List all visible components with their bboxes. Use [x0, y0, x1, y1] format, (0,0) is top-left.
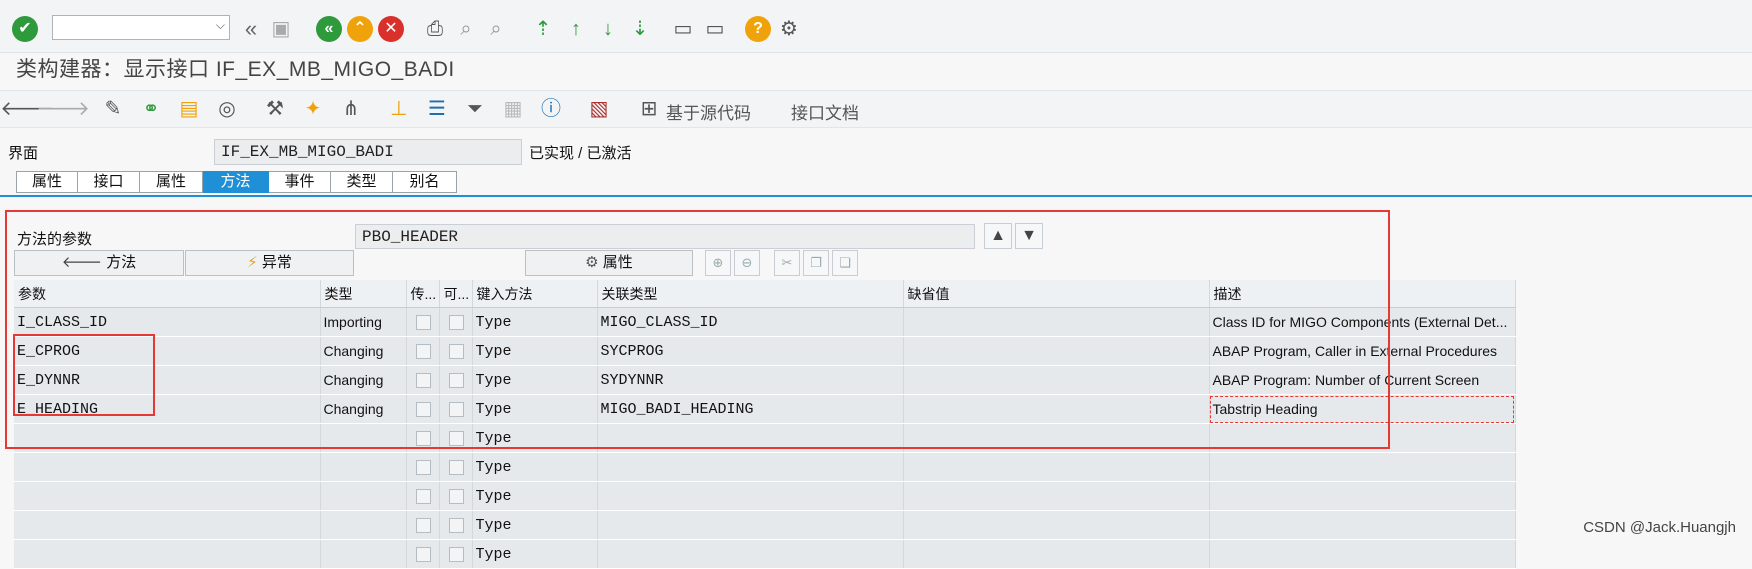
optional-checkbox[interactable]	[448, 460, 464, 476]
tab-methods[interactable]: 方法	[203, 171, 269, 193]
check-icon[interactable]: ✔	[12, 16, 38, 42]
shortcut-icon[interactable]: ▭	[702, 16, 728, 42]
tab-interfaces[interactable]: 接口	[78, 171, 140, 193]
cell-optional	[439, 539, 473, 569]
highlight-frame-method-params	[5, 210, 1390, 449]
cell-typing-method[interactable]: Type	[472, 510, 598, 540]
pass-value-checkbox[interactable]	[415, 460, 431, 476]
filter-icon[interactable]: ⏷	[462, 96, 488, 122]
tab-events[interactable]: 事件	[269, 171, 331, 193]
interface-doc-button[interactable]: 接口文档	[791, 99, 859, 124]
find-next-icon[interactable]: ⌕	[483, 16, 509, 42]
prev-page-icon[interactable]: ↑	[563, 16, 589, 42]
cell-optional	[439, 510, 473, 540]
cell-type[interactable]	[320, 452, 407, 482]
cell-associated-type[interactable]	[597, 510, 904, 540]
find-icon[interactable]: ⌕	[453, 16, 479, 42]
back-double-icon[interactable]: «	[238, 16, 264, 42]
cell-pass-value	[406, 452, 440, 482]
cell-description[interactable]	[1209, 510, 1516, 540]
settings-icon[interactable]: ⚙	[776, 16, 802, 42]
cell-pass-value	[406, 539, 440, 569]
source-code-button[interactable]: 基于源代码	[666, 99, 751, 124]
cell-parameter[interactable]	[14, 539, 321, 569]
table-row: Type	[14, 539, 1516, 569]
cell-associated-type[interactable]	[597, 539, 904, 569]
cell-pass-value	[406, 510, 440, 540]
cell-type[interactable]	[320, 510, 407, 540]
cell-typing-method[interactable]: Type	[472, 481, 598, 511]
info-icon[interactable]: ⓘ	[538, 96, 564, 122]
first-page-icon[interactable]: ⇡	[530, 16, 556, 42]
exit-icon[interactable]: ⌃	[347, 16, 373, 42]
page-title: 类构建器：显示接口 IF_EX_MB_MIGO_BADI	[16, 58, 455, 81]
cell-typing-method[interactable]: Type	[472, 452, 598, 482]
tab-properties[interactable]: 属性	[140, 171, 203, 193]
chevron-down-icon[interactable]: ⌵	[216, 18, 225, 33]
interface-field[interactable]: IF_EX_MB_MIGO_BADI	[214, 139, 522, 165]
arrow-right-icon[interactable]: 🡒	[36, 96, 90, 122]
activate-icon[interactable]: ⚭	[138, 96, 164, 122]
cell-parameter[interactable]	[14, 510, 321, 540]
table-row: Type	[14, 510, 1516, 540]
help-icon[interactable]: ?	[745, 16, 771, 42]
command-field[interactable]: ⌵	[52, 15, 230, 40]
hierarchy-icon[interactable]: ⊥	[386, 96, 412, 122]
interface-label: 界面	[8, 145, 39, 162]
new-session-icon[interactable]: ▭	[670, 16, 696, 42]
stack-icon[interactable]: ☰	[424, 96, 450, 122]
save-icon[interactable]: ▣	[268, 16, 294, 42]
table-icon[interactable]: ▦	[500, 96, 526, 122]
cell-description[interactable]	[1209, 539, 1516, 569]
print-icon[interactable]: ⎙	[422, 16, 448, 42]
cell-type[interactable]	[320, 539, 407, 569]
cell-default-value[interactable]	[903, 481, 1210, 511]
tab-strip: 属性 接口 属性 方法 事件 类型 别名	[16, 171, 457, 193]
cell-parameter[interactable]	[14, 452, 321, 482]
tab-aliases[interactable]: 别名	[393, 171, 457, 193]
optional-checkbox[interactable]	[448, 518, 464, 534]
pass-value-checkbox[interactable]	[415, 518, 431, 534]
pass-value-checkbox[interactable]	[415, 489, 431, 505]
back-icon[interactable]: «	[316, 16, 342, 42]
cell-optional	[439, 452, 473, 482]
check-object-icon[interactable]: ▤	[176, 96, 202, 122]
table-row: Type	[14, 452, 1516, 482]
where-used-icon[interactable]: ◎	[214, 96, 240, 122]
source-code-icon[interactable]: ⊞	[636, 96, 662, 122]
cell-associated-type[interactable]	[597, 452, 904, 482]
system-toolbar: ✔ ⌵ « ▣ « ⌃ ✕ ⎙ ⌕ ⌕ ⇡ ↑ ↓ ⇣ ▭ ▭ ? ⚙	[0, 0, 1752, 53]
navigate-icon[interactable]: ⋔	[338, 96, 364, 122]
cell-default-value[interactable]	[903, 510, 1210, 540]
interface-status: 已实现 / 已激活	[529, 145, 632, 162]
highlight-frame-changing-params	[13, 334, 155, 416]
display-change-icon[interactable]: ✎	[100, 96, 126, 122]
cell-optional	[439, 481, 473, 511]
optional-checkbox[interactable]	[448, 489, 464, 505]
cell-associated-type[interactable]	[597, 481, 904, 511]
next-page-icon[interactable]: ↓	[595, 16, 621, 42]
table-row: Type	[14, 481, 1516, 511]
cell-type[interactable]	[320, 481, 407, 511]
cell-description[interactable]	[1209, 481, 1516, 511]
documentation-icon[interactable]: ▧	[586, 96, 612, 122]
last-page-icon[interactable]: ⇣	[627, 16, 653, 42]
cell-default-value[interactable]	[903, 452, 1210, 482]
cell-parameter[interactable]	[14, 481, 321, 511]
application-toolbar: 🡐 🡒 ✎ ⚭ ▤ ◎ ⚒ ✦ ⋔ ⊥ ☰ ⏷ ▦ ⓘ ▧ ⊞ 基于源代码 接口…	[0, 90, 1752, 128]
cell-description[interactable]	[1209, 452, 1516, 482]
cancel-icon[interactable]: ✕	[378, 16, 404, 42]
tab-attributes[interactable]: 属性	[16, 171, 78, 193]
cell-typing-method[interactable]: Type	[472, 539, 598, 569]
watermark: CSDN @Jack.Huangjh	[1583, 519, 1736, 536]
cell-default-value[interactable]	[903, 539, 1210, 569]
tab-underline	[0, 195, 1752, 197]
object-list-icon[interactable]: ⚒	[262, 96, 288, 122]
cell-pass-value	[406, 481, 440, 511]
wizard-icon[interactable]: ✦	[300, 96, 326, 122]
tab-types[interactable]: 类型	[331, 171, 393, 193]
